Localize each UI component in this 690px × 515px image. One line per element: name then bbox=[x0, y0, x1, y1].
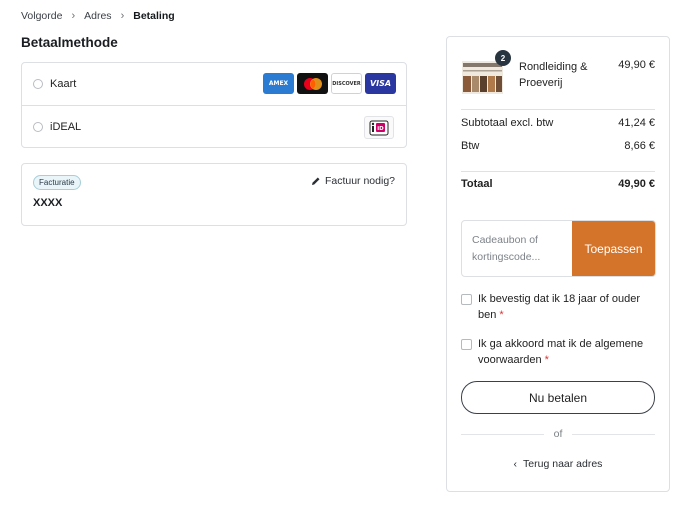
chevron-left-icon: ‹ bbox=[513, 458, 518, 470]
coupon-group: Cadeaubon of kortingscode... Toepassen bbox=[461, 220, 656, 277]
payment-option-card[interactable]: Kaart AMEX DISCOVER VISA bbox=[22, 63, 406, 105]
total-row: Totaal 49,90 € bbox=[461, 178, 655, 190]
terms-label: Ik ga akkoord mat ik de algemene voorwaa… bbox=[478, 338, 644, 366]
subtotal-label: Subtotaal excl. btw bbox=[461, 117, 554, 129]
checkbox-box[interactable] bbox=[461, 339, 472, 350]
terms-checkbox[interactable]: Ik ga akkoord mat ik de algemene voorwaa… bbox=[461, 336, 655, 368]
subtotal-value: 41,24 € bbox=[618, 117, 655, 129]
total-value: 49,90 € bbox=[618, 178, 655, 190]
tax-value: 8,66 € bbox=[624, 140, 655, 152]
divider-line bbox=[461, 433, 544, 435]
product-price: 49,90 € bbox=[618, 59, 655, 71]
radio-card[interactable] bbox=[33, 79, 43, 89]
or-label: of bbox=[553, 428, 563, 440]
required-mark: * bbox=[499, 309, 504, 321]
subtotal-row: Subtotaal excl. btw 41,24 € bbox=[461, 117, 655, 129]
amex-icon: AMEX bbox=[263, 73, 294, 94]
checkbox-box[interactable] bbox=[461, 294, 472, 305]
coupon-placeholder: Cadeaubon of kortingscode... bbox=[472, 234, 541, 263]
order-summary: 2 Rondleiding & Proeverij 49,90 € Subtot… bbox=[446, 36, 670, 492]
mastercard-icon bbox=[297, 73, 328, 94]
card-logos: AMEX DISCOVER VISA bbox=[263, 73, 396, 94]
total-label: Totaal bbox=[461, 178, 493, 190]
invoice-needed-link[interactable]: Factuur nodig? bbox=[311, 175, 395, 187]
invoice-name: XXXX bbox=[33, 197, 63, 209]
pay-now-button[interactable]: Nu betalen bbox=[461, 381, 655, 414]
product-name: Rondleiding & Proeverij bbox=[519, 61, 588, 89]
divider bbox=[461, 109, 655, 110]
divider-line bbox=[572, 433, 656, 435]
breadcrumb-betaling: Betaling bbox=[133, 10, 175, 22]
invoice-section: Facturatie XXXX Factuur nodig? bbox=[21, 163, 407, 226]
or-divider: of bbox=[461, 428, 656, 440]
chevron-right-icon: › bbox=[71, 10, 76, 22]
tax-label: Btw bbox=[461, 140, 480, 152]
payment-method-list: Kaart AMEX DISCOVER VISA iDEAL iD bbox=[21, 62, 407, 148]
payment-option-ideal[interactable]: iDEAL iD bbox=[22, 105, 406, 148]
ideal-logo-text: iD bbox=[377, 126, 384, 132]
back-to-address-link[interactable]: ‹ Terug naar adres bbox=[461, 458, 655, 470]
back-label: Terug naar adres bbox=[523, 458, 603, 470]
discover-icon: DISCOVER bbox=[331, 73, 362, 94]
payment-option-label: Kaart bbox=[50, 78, 77, 90]
required-mark: * bbox=[544, 354, 549, 366]
invoice-needed-label: Factuur nodig? bbox=[324, 175, 395, 187]
breadcrumb-volgorde[interactable]: Volgorde bbox=[21, 10, 62, 22]
breadcrumb-adres[interactable]: Adres bbox=[84, 10, 111, 22]
pencil-icon bbox=[311, 177, 320, 185]
radio-ideal[interactable] bbox=[33, 122, 43, 132]
tax-row: Btw 8,66 € bbox=[461, 140, 655, 152]
age-confirm-checkbox[interactable]: Ik bevestig dat ik 18 jaar of ouder ben … bbox=[461, 291, 655, 323]
divider bbox=[461, 171, 655, 172]
visa-icon: VISA bbox=[365, 73, 396, 94]
quantity-badge: 2 bbox=[495, 50, 511, 66]
payment-option-label: iDEAL bbox=[50, 121, 82, 133]
apply-coupon-button[interactable]: Toepassen bbox=[572, 221, 655, 276]
invoice-badge: Facturatie bbox=[33, 175, 81, 190]
ideal-icon: iD bbox=[364, 116, 394, 139]
product-thumbnail bbox=[462, 61, 503, 94]
page-title: Betaalmethode bbox=[21, 35, 118, 50]
breadcrumb: Volgorde › Adres › Betaling bbox=[21, 10, 175, 22]
chevron-right-icon: › bbox=[120, 10, 125, 22]
